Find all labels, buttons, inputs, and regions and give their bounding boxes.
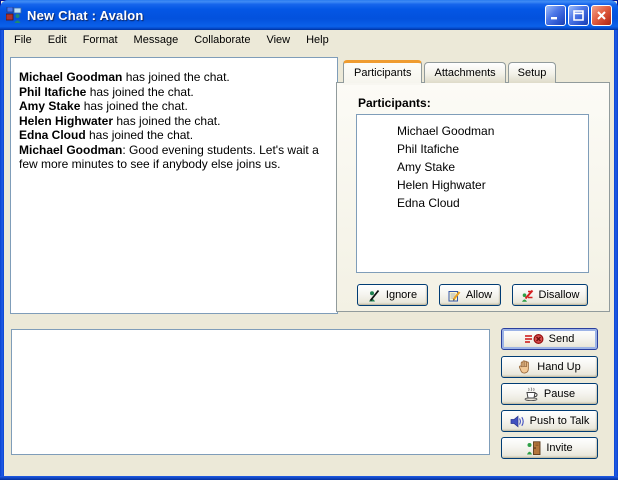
- message-text: has joined the chat.: [122, 70, 229, 84]
- participant-item[interactable]: Michael Goodman: [357, 122, 588, 140]
- tab-participants[interactable]: Participants: [343, 60, 422, 83]
- invite-door-icon: [526, 441, 541, 455]
- participants-panel: Participants: Michael Goodman Phil Itafi…: [336, 82, 610, 312]
- disallow-person-icon: [521, 289, 534, 302]
- menu-file[interactable]: File: [6, 31, 40, 49]
- menu-format[interactable]: Format: [75, 31, 126, 49]
- hand-up-button[interactable]: Hand Up: [501, 356, 598, 378]
- menu-collaborate[interactable]: Collaborate: [186, 31, 258, 49]
- chat-message: Edna Cloud has joined the chat.: [19, 128, 329, 143]
- invite-label: Invite: [546, 442, 572, 454]
- message-input[interactable]: [11, 329, 490, 455]
- close-icon: [596, 10, 607, 21]
- message-sender: Phil Itafiche: [19, 85, 86, 99]
- allow-write-icon: [448, 289, 461, 302]
- message-sender: Amy Stake: [19, 99, 80, 113]
- chat-transcript[interactable]: Michael Goodman has joined the chat. Phi…: [10, 57, 338, 314]
- menu-view[interactable]: View: [258, 31, 298, 49]
- window-border-bottom: [0, 476, 618, 480]
- chat-message: Helen Highwater has joined the chat.: [19, 114, 329, 129]
- send-button[interactable]: Send: [501, 328, 598, 350]
- message-text: has joined the chat.: [80, 99, 187, 113]
- participant-item[interactable]: Amy Stake: [357, 158, 588, 176]
- pause-label: Pause: [544, 388, 575, 400]
- disallow-label: Disallow: [539, 289, 580, 301]
- speaker-icon: [510, 415, 525, 428]
- chat-message: Amy Stake has joined the chat.: [19, 99, 329, 114]
- participants-list[interactable]: Michael Goodman Phil Itafiche Amy Stake …: [356, 114, 589, 273]
- allow-button[interactable]: Allow: [439, 284, 501, 306]
- window-title: New Chat : Avalon: [27, 8, 540, 23]
- menubar: File Edit Format Message Collaborate Vie…: [4, 30, 614, 50]
- message-text: has joined the chat.: [113, 114, 220, 128]
- maximize-button[interactable]: [568, 5, 589, 26]
- participant-item[interactable]: Phil Itafiche: [357, 140, 588, 158]
- tab-attachments[interactable]: Attachments: [424, 62, 505, 83]
- raised-hand-icon: [518, 360, 532, 374]
- window-controls: [545, 5, 612, 26]
- menu-help[interactable]: Help: [298, 31, 337, 49]
- chat-message: Michael Goodman: Good evening students. …: [19, 143, 329, 172]
- ignore-label: Ignore: [386, 289, 417, 301]
- send-label: Send: [549, 333, 575, 345]
- menu-message[interactable]: Message: [126, 31, 187, 49]
- participant-item[interactable]: Helen Highwater: [357, 176, 588, 194]
- maximize-icon: [573, 10, 584, 21]
- ignore-button[interactable]: Ignore: [357, 284, 428, 306]
- disallow-button[interactable]: Disallow: [512, 284, 588, 306]
- participant-item[interactable]: Edna Cloud: [357, 194, 588, 212]
- allow-label: Allow: [466, 289, 492, 301]
- message-text: has joined the chat.: [86, 128, 193, 142]
- hand-up-label: Hand Up: [537, 361, 580, 373]
- invite-button[interactable]: Invite: [501, 437, 598, 459]
- minimize-button[interactable]: [545, 5, 566, 26]
- app-icon: [6, 7, 22, 23]
- participants-label: Participants:: [358, 96, 431, 110]
- coffee-cup-icon: [524, 387, 539, 401]
- minimize-icon: [550, 10, 561, 21]
- message-text: has joined the chat.: [86, 85, 193, 99]
- chat-message: Michael Goodman has joined the chat.: [19, 70, 329, 85]
- chat-window: New Chat : Avalon File Edit Format Messa…: [0, 0, 618, 480]
- send-icon: [525, 333, 544, 345]
- window-border-left: [0, 30, 4, 480]
- message-sender: Michael Goodman: [19, 70, 122, 84]
- message-sender: Helen Highwater: [19, 114, 113, 128]
- tab-bar: Participants Attachments Setup: [343, 60, 556, 83]
- menu-edit[interactable]: Edit: [40, 31, 75, 49]
- push-to-talk-label: Push to Talk: [530, 415, 590, 427]
- titlebar: New Chat : Avalon: [0, 0, 618, 30]
- window-border-right: [614, 30, 618, 480]
- close-button[interactable]: [591, 5, 612, 26]
- pause-button[interactable]: Pause: [501, 383, 598, 405]
- chat-message: Phil Itafiche has joined the chat.: [19, 85, 329, 100]
- message-sender: Michael Goodman: [19, 143, 122, 157]
- push-to-talk-button[interactable]: Push to Talk: [501, 410, 598, 432]
- tab-setup[interactable]: Setup: [508, 62, 557, 83]
- ignore-person-icon: [368, 289, 381, 302]
- message-sender: Edna Cloud: [19, 128, 86, 142]
